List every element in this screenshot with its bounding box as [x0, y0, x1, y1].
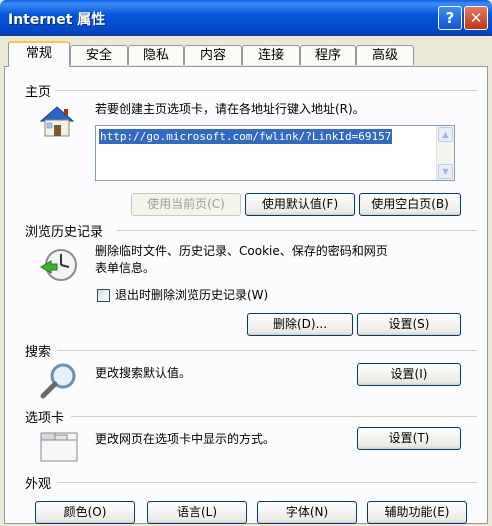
tabs-settings-button[interactable]: 设置(T) — [357, 427, 461, 450]
colors-button[interactable]: 颜色(O) — [35, 501, 135, 524]
tabs-section-label: 选项卡 — [25, 411, 65, 426]
general-tab-panel: 主页 若要创建主页选项卡，请在各地址行键入地址(R)。 http://go.mi… — [4, 66, 488, 524]
history-section-label: 浏览历史记录 — [25, 225, 104, 240]
help-button[interactable]: ? — [438, 6, 462, 30]
clock-history-icon — [39, 245, 79, 285]
search-settings-button[interactable]: 设置(I) — [357, 363, 461, 386]
appearance-section-label: 外观 — [25, 477, 52, 492]
home-instruction: 若要创建主页选项卡，请在各地址行键入地址(R)。 — [95, 102, 365, 116]
tab-advanced[interactable]: 高级 — [356, 45, 414, 65]
tab-security[interactable]: 安全 — [70, 45, 128, 65]
tab-general[interactable]: 常规 — [8, 41, 70, 67]
use-default-button[interactable]: 使用默认值(F) — [245, 193, 355, 216]
search-description: 更改搜索默认值。 — [95, 366, 192, 380]
history-description-line1: 删除临时文件、历史记录、Cookie、保存的密码和网页 — [95, 244, 388, 258]
appearance-divider — [57, 482, 477, 483]
tabs-divider — [71, 416, 477, 417]
scroll-down-icon[interactable]: ▼ — [438, 164, 453, 179]
use-blank-button[interactable]: 使用空白页(B) — [359, 193, 461, 216]
delete-history-button[interactable]: 删除(D)... — [247, 313, 353, 336]
close-button[interactable]: ✕ — [464, 6, 488, 30]
use-current-button[interactable]: 使用当前页(C) — [131, 193, 241, 216]
history-settings-button[interactable]: 设置(S) — [357, 313, 461, 336]
history-divider — [117, 230, 477, 231]
tab-content[interactable]: 内容 — [184, 45, 242, 65]
home-section-label: 主页 — [25, 85, 52, 100]
window-title: Internet 属性 — [8, 12, 106, 28]
tab-privacy[interactable]: 隐私 — [128, 45, 184, 65]
fonts-button[interactable]: 字体(N) — [257, 501, 357, 524]
search-divider — [57, 350, 477, 351]
tab-programs[interactable]: 程序 — [300, 45, 356, 65]
scroll-up-icon[interactable]: ▲ — [438, 127, 453, 142]
magnifier-icon — [39, 361, 79, 401]
url-scrollbar[interactable]: ▲ ▼ — [436, 126, 454, 180]
tab-connections[interactable]: 连接 — [242, 45, 300, 65]
tab-strip: 常规 安全 隐私 内容 连接 程序 高级 — [0, 36, 492, 67]
languages-button[interactable]: 语言(L) — [147, 501, 247, 524]
home-url-textarea[interactable]: http://go.microsoft.com/fwlink/?LinkId=6… — [95, 125, 455, 181]
search-section-label: 搜索 — [25, 345, 52, 360]
delete-on-exit-label[interactable]: 退出时删除浏览历史记录(W) — [115, 287, 268, 304]
house-icon — [37, 103, 77, 139]
tabs-window-icon — [39, 427, 79, 463]
home-divider — [55, 90, 477, 91]
title-bar[interactable]: Internet 属性 ? ✕ — [0, 0, 492, 36]
history-description-line2: 表单信息。 — [95, 261, 156, 275]
accessibility-button[interactable]: 辅助功能(E) — [367, 501, 467, 524]
delete-on-exit-checkbox[interactable] — [97, 289, 110, 302]
home-url-value: http://go.microsoft.com/fwlink/?LinkId=6… — [99, 129, 393, 144]
tabs-description: 更改网页在选项卡中显示的方式。 — [95, 432, 276, 446]
